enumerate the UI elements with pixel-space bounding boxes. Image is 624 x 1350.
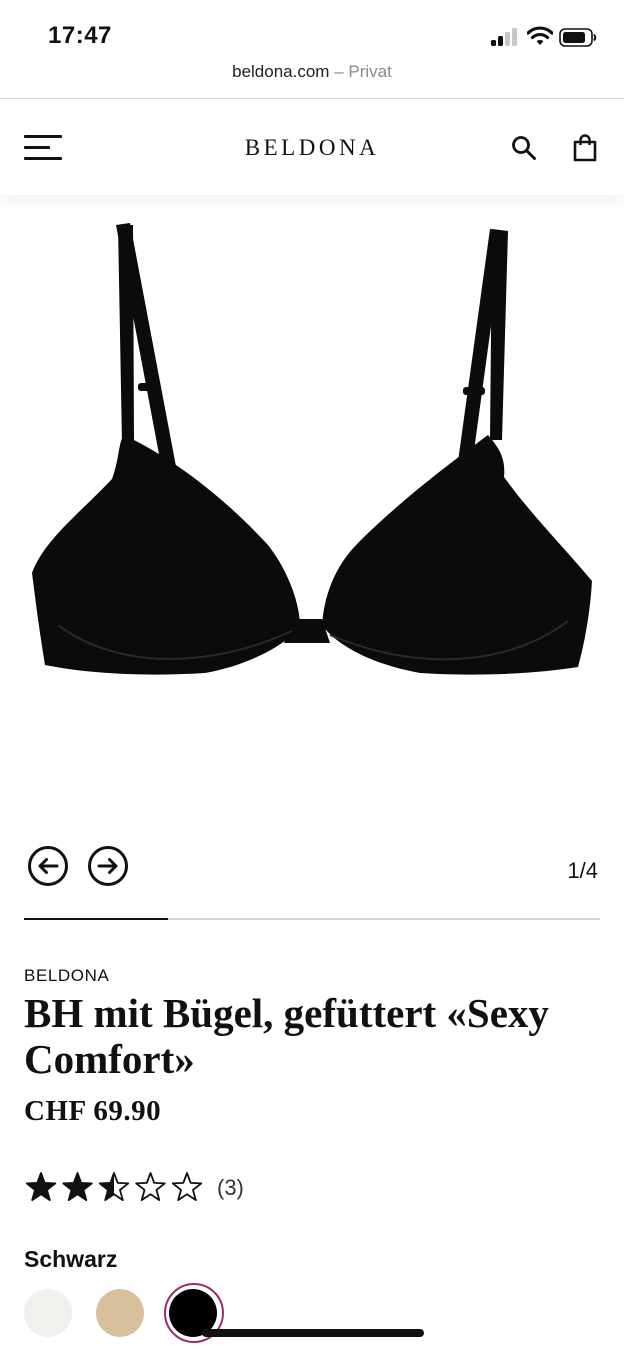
- selected-color-label: Schwarz: [24, 1246, 118, 1272]
- address-bar[interactable]: beldona.com – Privat: [0, 62, 624, 98]
- wifi-icon: [527, 26, 553, 45]
- star-icon: [62, 1172, 93, 1202]
- star-icon: [135, 1172, 166, 1202]
- star-icon: [171, 1172, 203, 1202]
- star-icon: [25, 1172, 57, 1202]
- search-icon[interactable]: [510, 134, 538, 162]
- site-header: BELDONA: [0, 99, 624, 195]
- rating-stars: [25, 1172, 203, 1202]
- cellular-signal-icon: [491, 28, 521, 46]
- gallery-progress: [24, 918, 600, 920]
- product-page: 17:47 beldona.com – Privat BELDONA 1/4 B…: [0, 0, 624, 1350]
- url-separator: –: [334, 62, 344, 81]
- product-image[interactable]: [0, 195, 624, 825]
- swatch-beige[interactable]: [96, 1289, 144, 1337]
- arrow-left-icon[interactable]: [27, 845, 69, 887]
- arrow-right-icon[interactable]: [87, 845, 129, 887]
- product-price: CHF 69.90: [24, 1095, 162, 1127]
- bra-illustration: [32, 223, 592, 675]
- home-indicator[interactable]: [202, 1329, 424, 1337]
- review-count[interactable]: (3): [217, 1175, 244, 1201]
- gallery-page-counter: 1/4: [567, 858, 598, 883]
- product-brand[interactable]: BELDONA: [24, 966, 109, 986]
- status-time: 17:47: [48, 22, 112, 49]
- battery-icon: [559, 28, 597, 47]
- shopping-bag-icon[interactable]: [570, 133, 600, 163]
- swatch-ivory[interactable]: [24, 1289, 72, 1337]
- url-domain: beldona.com: [232, 62, 330, 81]
- product-title: BH mit Bügel, gefüttert «Sexy Comfort»: [24, 990, 549, 1082]
- gallery-controls: 1/4: [0, 840, 624, 900]
- private-mode-label: Privat: [348, 62, 392, 81]
- status-bar: 17:47: [0, 0, 624, 62]
- gallery-progress-fill: [24, 918, 168, 920]
